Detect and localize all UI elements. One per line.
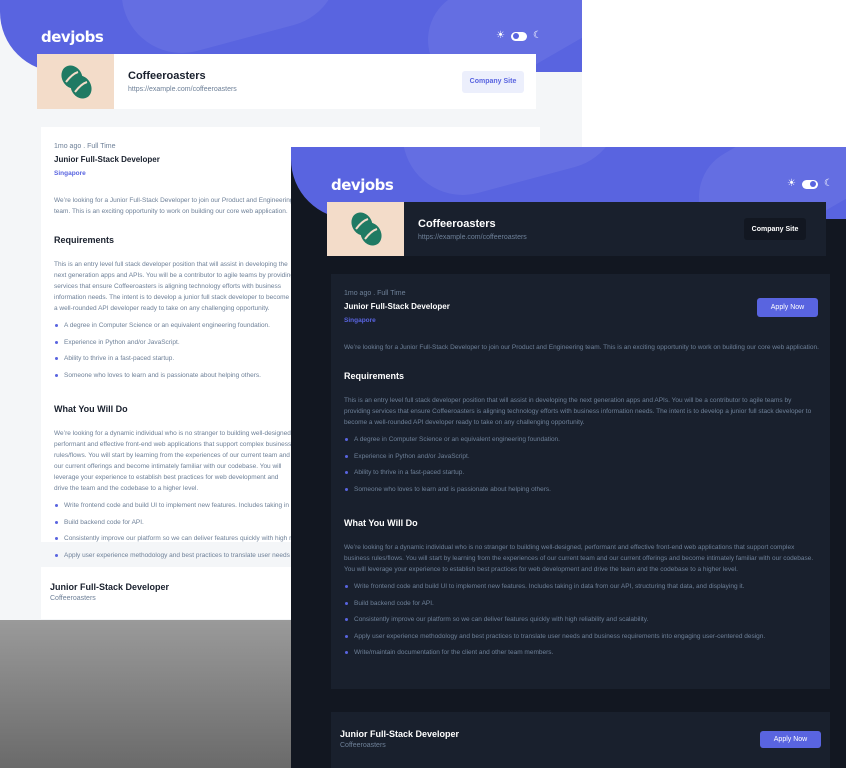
moon-icon: ☾ [823, 178, 833, 189]
footer-job-title: Junior Full-Stack Developer [340, 729, 460, 739]
list-item: Consistently improve our platform so we … [344, 614, 817, 631]
sun-icon: ☀ [496, 30, 505, 41]
list-item: A degree in Computer Science or an equiv… [344, 434, 817, 451]
job-description: We’re looking for a Junior Full-Stack De… [344, 344, 819, 351]
switch-knob [512, 33, 519, 39]
theme-switch[interactable] [510, 31, 527, 41]
footer-company-name: Coffeeroasters [340, 742, 386, 749]
dark-mode-screen: devjobs ☀ ☾ Coffeeroasters https://examp… [291, 147, 846, 768]
requirements-text: This is an entry level full stack develo… [344, 397, 812, 426]
coffee-beans-icon [350, 212, 382, 246]
contract-type: Full Time [377, 290, 406, 297]
job-title: Junior Full-Stack Developer [344, 302, 450, 311]
coffee-beans-icon [60, 64, 92, 99]
list-item: Write/maintain documentation for the cli… [344, 647, 817, 664]
requirements-list: A degree in Computer Science or an equiv… [344, 434, 817, 500]
company-logo [327, 202, 404, 256]
list-item: Ability to thrive in a fast-paced startu… [344, 467, 817, 484]
role-heading: What You Will Do [344, 518, 418, 528]
footer-company-name: Coffeeroasters [50, 595, 96, 602]
theme-toggle[interactable]: ☀ ☾ [787, 179, 833, 189]
job-detail-card: 1mo ago . Full Time Junior Full-Stack De… [331, 274, 830, 689]
theme-switch[interactable] [801, 179, 818, 189]
job-meta: 1mo ago . Full Time [344, 290, 817, 297]
job-description: We’re looking for a Junior Full-Stack De… [54, 197, 294, 215]
sun-icon: ☀ [787, 178, 796, 189]
company-card: Coffeeroasters https://example.com/coffe… [37, 54, 536, 109]
switch-knob [809, 181, 816, 187]
company-url[interactable]: https://example.com/coffeeroasters [128, 86, 462, 93]
moon-icon: ☾ [532, 30, 542, 41]
apply-now-button[interactable]: Apply Now [757, 298, 818, 317]
list-item: Apply user experience methodology and be… [344, 631, 817, 648]
job-location: Singapore [344, 317, 376, 324]
company-logo [37, 54, 114, 109]
company-card: Coffeeroasters https://example.com/coffe… [327, 202, 826, 256]
role-list: Write frontend code and build UI to impl… [344, 581, 817, 664]
requirements-text: This is an entry level full stack develo… [54, 261, 294, 312]
devjobs-logo[interactable]: devjobs [331, 176, 394, 194]
company-site-button[interactable]: Company Site [744, 218, 806, 240]
requirements-heading: Requirements [344, 371, 405, 381]
sticky-footer: Junior Full-Stack Developer Coffeeroaste… [41, 567, 301, 619]
footer-job-title: Junior Full-Stack Developer [50, 582, 170, 592]
company-name: Coffeeroasters [418, 217, 496, 230]
company-url[interactable]: https://example.com/coffeeroasters [418, 234, 744, 241]
list-item: Someone who loves to learn and is passio… [344, 484, 817, 501]
posted-time: 1mo ago [54, 143, 82, 150]
devjobs-logo[interactable]: devjobs [41, 28, 104, 46]
list-item: Write frontend code and build UI to impl… [344, 581, 817, 598]
list-item: Build backend code for API. [344, 598, 817, 615]
header-decoration [389, 147, 633, 209]
posted-time: 1mo ago [344, 290, 372, 297]
list-item: Experience in Python and/or JavaScript. [344, 451, 817, 468]
theme-toggle[interactable]: ☀ ☾ [496, 31, 542, 41]
company-name: Coffeeroasters [128, 70, 206, 82]
footer-apply-now-button[interactable]: Apply Now [760, 731, 821, 748]
sticky-footer: Junior Full-Stack Developer Coffeeroaste… [331, 712, 830, 768]
contract-type: Full Time [87, 143, 116, 150]
role-text: We’re looking for a dynamic individual w… [54, 430, 293, 492]
role-text: We’re looking for a dynamic individual w… [344, 544, 814, 573]
company-site-button[interactable]: Company Site [462, 70, 524, 93]
